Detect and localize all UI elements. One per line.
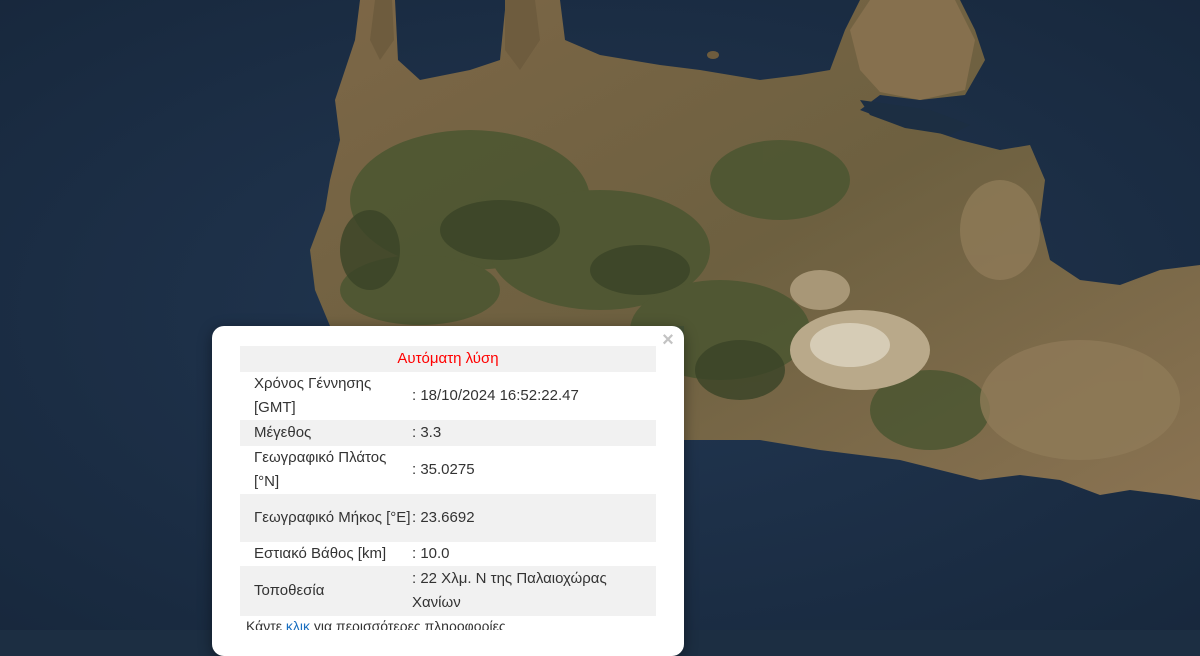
row-label: Γεωγραφικό Μήκος [°E] bbox=[254, 509, 411, 526]
footer-text-post: για περισσότερες πληροφορίες bbox=[310, 618, 506, 630]
row-label: Τοποθεσία bbox=[254, 582, 325, 599]
row-label: Μέγεθος bbox=[254, 424, 312, 441]
row-value: : 35.0275 bbox=[412, 461, 475, 478]
earthquake-popup: × Αυτόματη λύση Χρόνος Γέννησης [GMT] : … bbox=[212, 326, 684, 656]
row-value: : 23.6692 bbox=[412, 509, 475, 526]
row-label: Εστιακό Βάθος [km] bbox=[254, 545, 387, 562]
row-value: : 18/10/2024 16:52:22.47 bbox=[412, 387, 579, 404]
row-value: : 10.0 bbox=[412, 545, 450, 562]
popup-content: Αυτόματη λύση Χρόνος Γέννησης [GMT] : 18… bbox=[240, 346, 656, 630]
more-info-link[interactable]: κλικ bbox=[286, 618, 310, 630]
islet bbox=[707, 51, 719, 59]
close-icon[interactable]: × bbox=[660, 330, 676, 350]
info-row-location: Τοποθεσία : 22 Χλμ. Ν της Παλαιοχώρας Χα… bbox=[240, 566, 656, 616]
info-row-longitude: Γεωγραφικό Μήκος [°E] : 23.6692 bbox=[240, 494, 656, 542]
row-label: Γεωγραφικό Πλάτος [°N] bbox=[254, 449, 387, 490]
info-row-depth: Εστιακό Βάθος [km] : 10.0 bbox=[240, 542, 656, 566]
info-row-magnitude: Μέγεθος : 3.3 bbox=[240, 420, 656, 446]
more-info-line: Κάντε κλικ για περισσότερες πληροφορίες bbox=[240, 616, 656, 630]
row-label: Χρόνος Γέννησης [GMT] bbox=[254, 375, 372, 416]
info-row-latitude: Γεωγραφικό Πλάτος [°N] : 35.0275 bbox=[240, 446, 656, 494]
footer-text-pre: Κάντε bbox=[246, 618, 286, 630]
row-value: : 3.3 bbox=[412, 424, 442, 441]
info-row-origin-time: Χρόνος Γέννησης [GMT] : 18/10/2024 16:52… bbox=[240, 372, 656, 420]
popup-title: Αυτόματη λύση bbox=[240, 346, 656, 372]
row-value: : 22 Χλμ. Ν της Παλαιοχώρας Χανίων bbox=[412, 570, 607, 611]
